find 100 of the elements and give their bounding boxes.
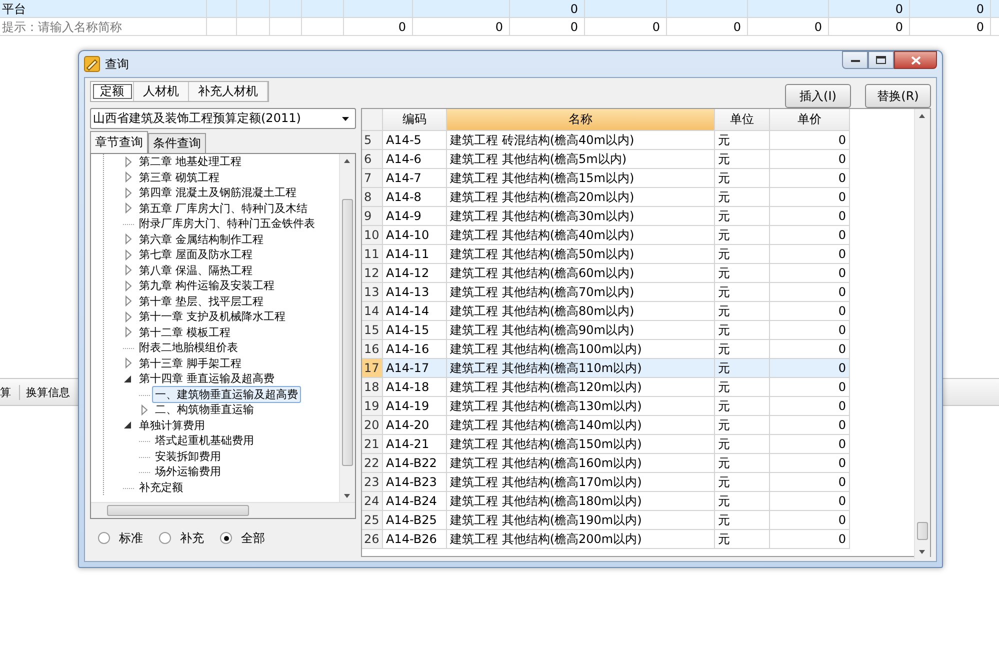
radio-button[interactable] — [159, 532, 171, 544]
table-cell: A14-7 — [383, 169, 447, 188]
table-cell: 0 — [770, 378, 850, 397]
table-cell: 元 — [715, 302, 770, 321]
table-cell: 0 — [770, 245, 850, 264]
action-button[interactable]: 替换(R) — [865, 84, 931, 108]
caret-icon — [342, 116, 349, 120]
table-cell — [344, 0, 413, 18]
table-cell — [302, 0, 344, 18]
row-number: 22 — [362, 454, 383, 473]
vertical-scrollbar[interactable] — [914, 109, 930, 559]
table-cell: 建筑工程 其他结构(檐高200m以内) — [447, 530, 715, 549]
table-cell: 建筑工程 其他结构(檐高190m以内) — [447, 511, 715, 530]
tree-item[interactable]: 第八章 保温、隔热工程 — [136, 262, 256, 279]
column-header[interactable]: 编码 — [383, 109, 447, 131]
tree-item[interactable]: 一、建筑物垂直运输及超高费 — [152, 386, 301, 403]
table-cell: 建筑工程 其他结构(檐高20m以内) — [447, 188, 715, 207]
table-cell — [302, 18, 344, 36]
row-number: 5 — [362, 131, 383, 150]
table-cell: 建筑工程 其他结构(檐高60m以内) — [447, 264, 715, 283]
maximize-button[interactable] — [868, 51, 894, 69]
table-cell: 元 — [715, 207, 770, 226]
tree-item[interactable]: 补充定额 — [136, 478, 186, 496]
radio-label[interactable]: 标准 — [119, 530, 143, 546]
table-cell: 建筑工程 其他结构(檐高150m以内) — [447, 435, 715, 454]
row-number: 10 — [362, 226, 383, 245]
table-cell: A14-19 — [383, 397, 447, 416]
action-button[interactable]: 插入(I) — [785, 84, 851, 108]
radio-label[interactable]: 补充 — [180, 530, 204, 546]
tree-item[interactable]: 第九章 构件运输及安装工程 — [136, 277, 278, 294]
table-cell: 元 — [715, 397, 770, 416]
tab[interactable]: 算 — [0, 384, 20, 400]
row-number: 11 — [362, 245, 383, 264]
row-number: 17 — [362, 359, 383, 378]
tree-item[interactable]: 附录厂库房大门、特种门五金铁件表 — [136, 215, 318, 232]
table-cell — [270, 0, 302, 18]
tree-item[interactable]: 场外运输费用 — [152, 463, 224, 480]
column-header[interactable]: 名称 — [447, 109, 715, 131]
library-dropdown[interactable]: 山西省建筑及装饰工程预算定额(2011) — [90, 108, 356, 129]
table-cell: 建筑工程 其他结构(檐高160m以内) — [447, 454, 715, 473]
radio-button[interactable] — [220, 532, 232, 544]
tree-item[interactable]: 二、构筑物垂直运输 — [152, 401, 257, 418]
table-cell: 0 — [748, 18, 829, 36]
tab[interactable]: 条件查询 — [148, 133, 206, 153]
row-label: 提示：请输入名称简称 — [0, 18, 207, 36]
column-header[interactable]: 单价 — [770, 109, 850, 131]
tree-item[interactable]: 第二章 地基处理工程 — [136, 154, 244, 170]
row-number: 24 — [362, 492, 383, 511]
table-cell — [237, 0, 270, 18]
table-cell: 0 — [770, 169, 850, 188]
row-number: 25 — [362, 511, 383, 530]
table-cell: 0 — [910, 18, 991, 36]
tree-item[interactable]: 单独计算费用 — [136, 416, 208, 434]
table-cell: 建筑工程 其他结构(檐高70m以内) — [447, 283, 715, 302]
table-cell: A14-21 — [383, 435, 447, 454]
tree-item[interactable]: 第五章 厂库房大门、特种门及木结 — [136, 200, 310, 217]
radio-label[interactable]: 全部 — [241, 530, 265, 546]
tree-item[interactable]: 第十二章 模板工程 — [136, 324, 234, 341]
tree-item[interactable]: 第十四章 垂直运输及超高费 — [136, 370, 278, 388]
table-cell: A14-5 — [383, 131, 447, 150]
row-number: 15 — [362, 321, 383, 340]
table-cell: A14-14 — [383, 302, 447, 321]
tab[interactable]: 人材机 — [134, 82, 189, 101]
table-cell: 元 — [715, 321, 770, 340]
maximize-icon — [876, 56, 886, 64]
tree-item[interactable]: 塔式起重机基础费用 — [152, 432, 257, 450]
tree-item[interactable]: 附表二地胎模组价表 — [136, 339, 241, 356]
tab[interactable]: 定额 — [91, 82, 134, 101]
column-header[interactable]: 单位 — [715, 109, 770, 131]
tree-item[interactable]: 第六章 金属结构制作工程 — [136, 230, 266, 248]
table-cell: 0 — [770, 473, 850, 492]
table-cell: A14-B22 — [383, 454, 447, 473]
minimize-button[interactable] — [842, 51, 868, 69]
table-cell: 元 — [715, 188, 770, 207]
row-number: 13 — [362, 283, 383, 302]
table-cell: 建筑工程 其他结构(檐高80m以内) — [447, 302, 715, 321]
tab[interactable]: 章节查询 — [90, 131, 148, 153]
row-number: 19 — [362, 397, 383, 416]
close-button[interactable] — [894, 51, 937, 69]
tree-item[interactable]: 第十一章 支护及机械降水工程 — [136, 308, 288, 326]
vertical-scrollbar[interactable] — [339, 154, 355, 503]
table-cell: 0 — [770, 321, 850, 340]
tree-item[interactable]: 第四章 混凝土及钢筋混凝土工程 — [136, 184, 300, 202]
tree-item[interactable]: 安装拆卸费用 — [152, 448, 224, 465]
horizontal-scrollbar[interactable] — [91, 502, 355, 518]
tab[interactable]: 补充人材机 — [189, 82, 268, 101]
table-cell: 0 — [770, 511, 850, 530]
radio-button[interactable] — [98, 532, 110, 544]
table-cell: 0 — [770, 207, 850, 226]
table-cell: A14-9 — [383, 207, 447, 226]
tree-item[interactable]: 第十三章 脚手架工程 — [136, 354, 244, 372]
tree-item[interactable]: 第十章 垫层、找平层工程 — [136, 292, 266, 310]
table-cell — [207, 0, 237, 18]
tree-item[interactable]: 第三章 砌筑工程 — [136, 168, 222, 186]
table-cell: 0 — [770, 131, 850, 150]
table-cell: 建筑工程 其他结构(檐高120m以内) — [447, 378, 715, 397]
corner-header — [362, 109, 383, 131]
row-number: 7 — [362, 169, 383, 188]
table-cell: 0 — [770, 188, 850, 207]
tree-item[interactable]: 第七章 屋面及防水工程 — [136, 246, 256, 264]
